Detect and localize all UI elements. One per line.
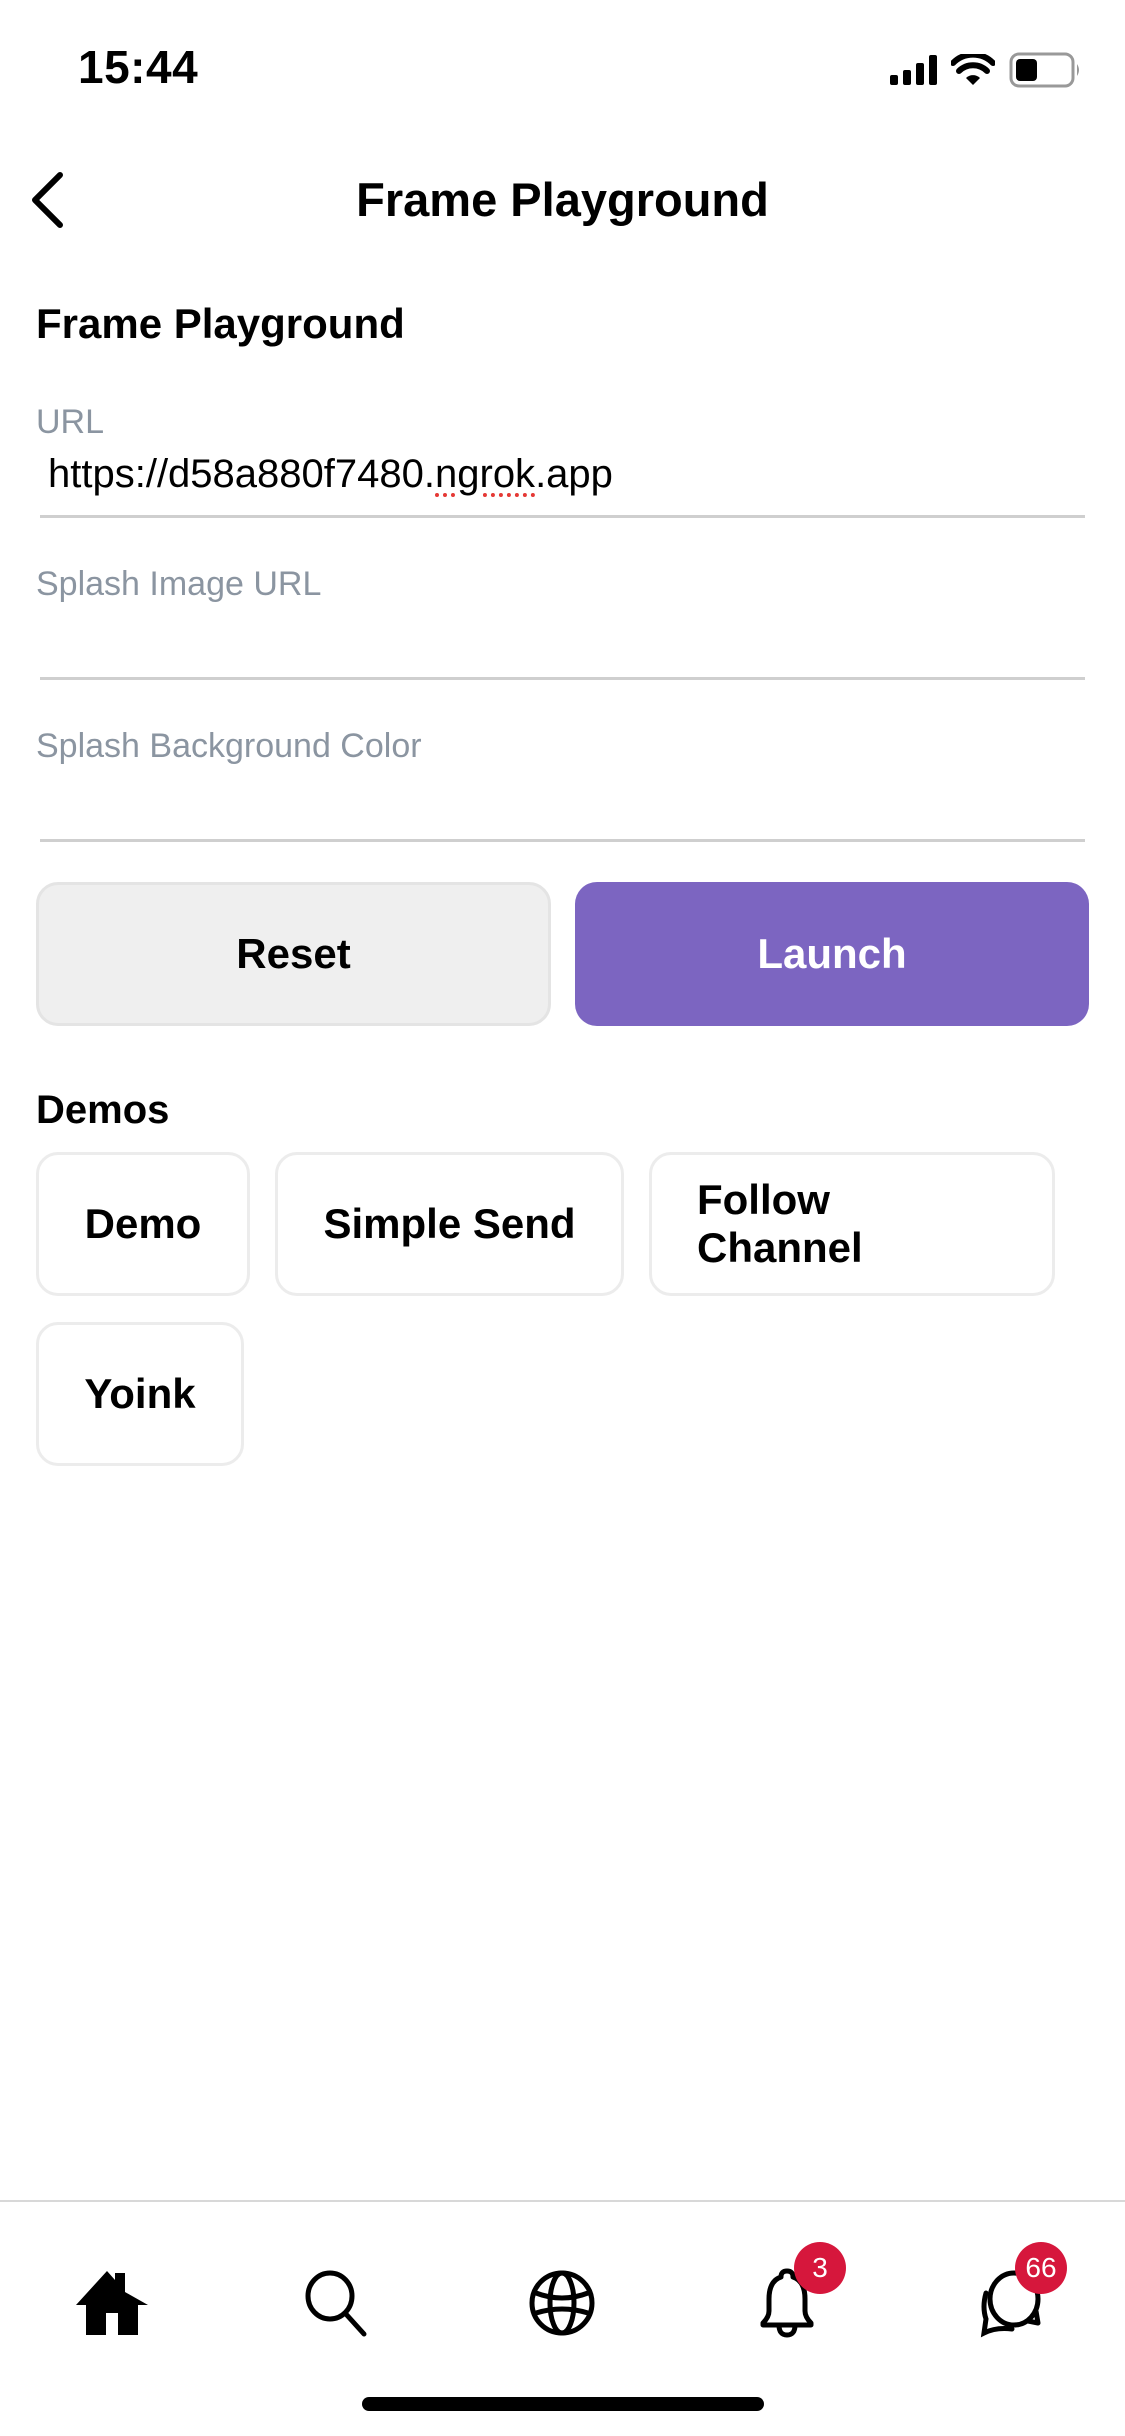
launch-button[interactable]: Launch	[575, 882, 1089, 1026]
home-indicator[interactable]	[362, 2397, 764, 2411]
status-icons	[890, 52, 1083, 88]
fields-container: URL https://d58a880f7480.ngrok.app	[36, 300, 1089, 518]
splash-background-color-label: Splash Background Color	[36, 727, 422, 765]
page-title: Frame Playground	[356, 173, 769, 226]
demos-heading: Demos	[36, 1088, 170, 1132]
tab-search[interactable]	[292, 2258, 382, 2348]
yoink-button[interactable]: Yoink	[36, 1322, 244, 1466]
action-buttons: Reset Launch	[36, 882, 1089, 1026]
splash-background-color-input[interactable]	[40, 770, 1085, 842]
notifications-badge: 3	[794, 2242, 846, 2294]
splash-image-container: Splash Image URL	[36, 462, 1089, 680]
follow-channel-button[interactable]: Follow Channel	[649, 1152, 1055, 1296]
navigation-bar: Frame Playground	[0, 150, 1125, 250]
demo-button[interactable]: Demo	[36, 1152, 250, 1296]
tab-notifications[interactable]: 3	[742, 2242, 846, 2348]
splash-bg-container: Splash Background Color	[36, 624, 1089, 842]
demos-list: Demo Simple Send Follow Channel Yoink	[36, 1152, 1096, 1466]
tab-home[interactable]	[67, 2258, 157, 2348]
url-field: URL https://d58a880f7480.ngrok.app	[36, 300, 1089, 518]
tab-explore[interactable]	[517, 2258, 607, 2348]
home-icon	[76, 2271, 148, 2335]
status-time: 15:44	[78, 41, 199, 93]
wifi-icon	[951, 54, 995, 85]
battery-icon	[1009, 52, 1079, 88]
cellular-signal-icon	[890, 55, 937, 85]
simple-send-button[interactable]: Simple Send	[275, 1152, 624, 1296]
globe-icon	[529, 2270, 595, 2336]
status-bar: 15:44	[0, 0, 1125, 140]
splash-image-url-label: Splash Image URL	[36, 565, 322, 603]
tab-messages[interactable]: 66	[967, 2242, 1067, 2348]
reset-button[interactable]: Reset	[36, 882, 551, 1026]
messages-badge: 66	[1015, 2242, 1067, 2294]
url-label: URL	[36, 403, 105, 441]
splash-background-color-field: Splash Background Color	[36, 624, 1089, 842]
splash-image-url-field: Splash Image URL	[36, 462, 1089, 680]
search-icon	[305, 2270, 367, 2337]
